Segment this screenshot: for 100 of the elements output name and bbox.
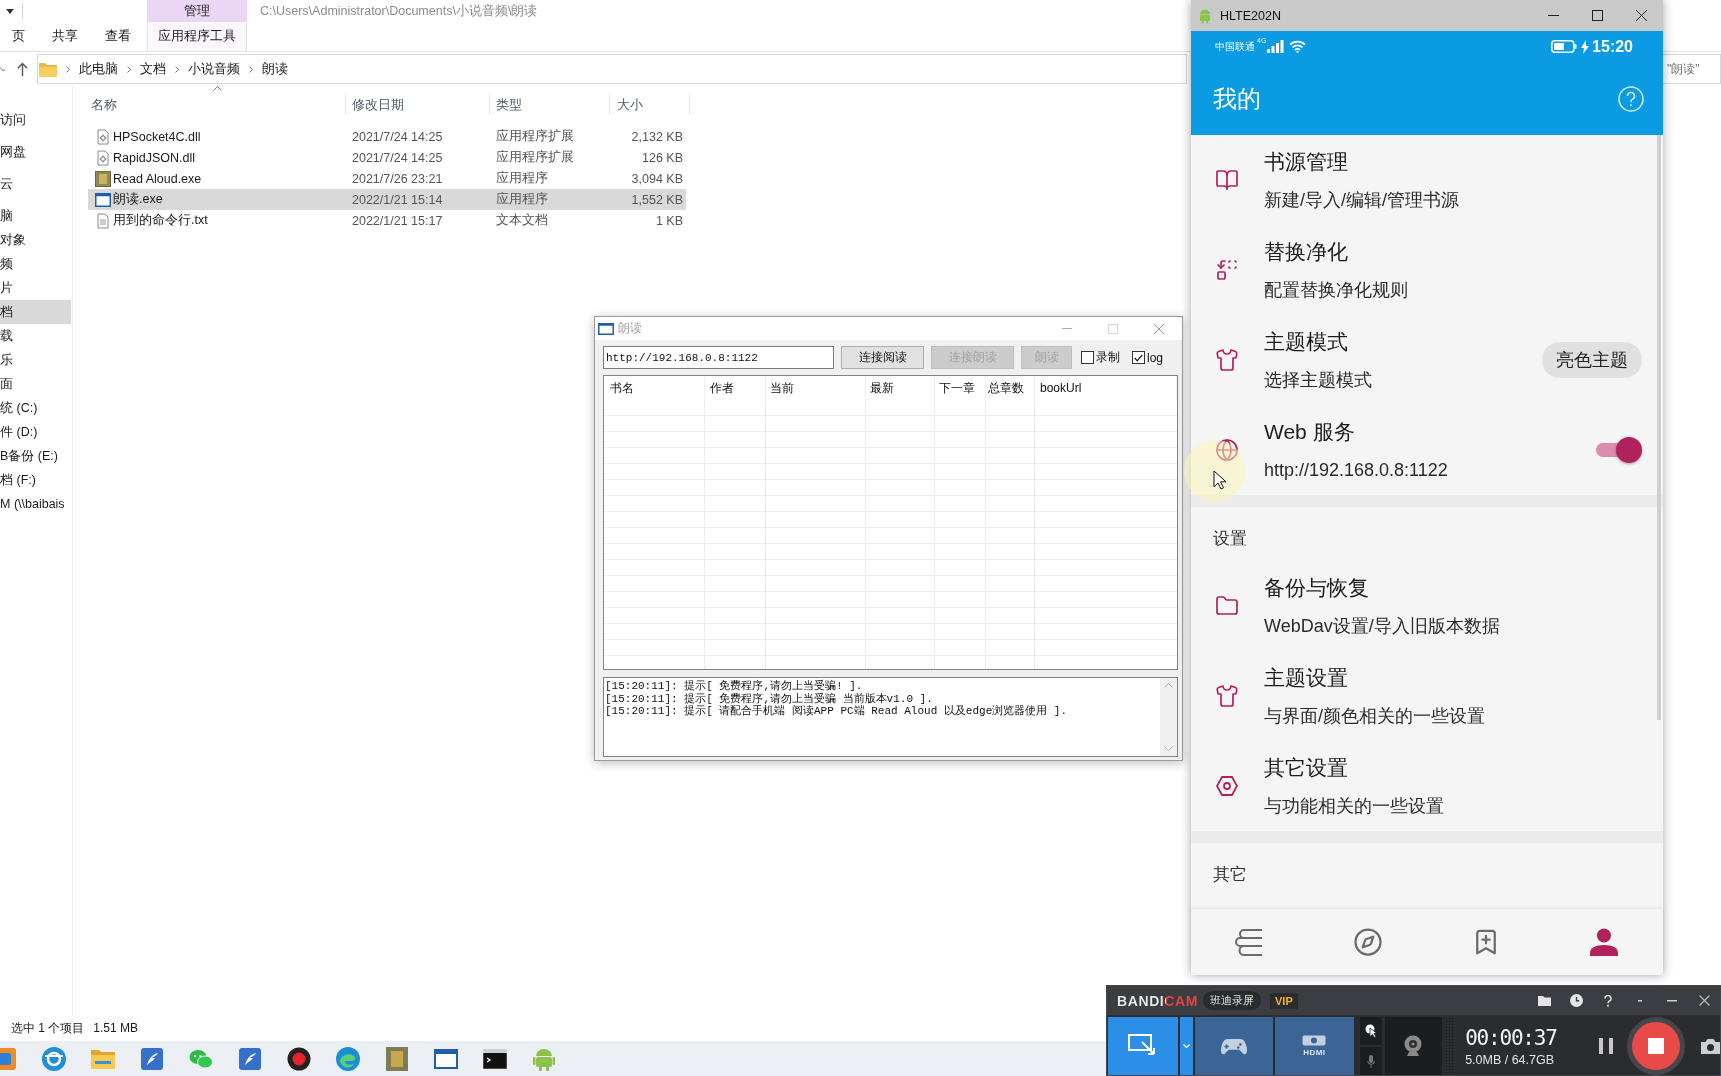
cursor-toggle-button[interactable] [1359, 1017, 1382, 1045]
scrollbar-thumb[interactable] [1657, 135, 1661, 720]
file-size: 2,132 KB [630, 129, 683, 144]
checkbox[interactable] [1081, 351, 1094, 364]
help-icon[interactable] [1604, 994, 1612, 1007]
theme-chip[interactable]: 亮色主题 [1542, 342, 1642, 378]
breadcrumb-item[interactable]: 小说音频 [188, 60, 240, 78]
file-size: 1 KB [654, 213, 683, 228]
column-header[interactable]: 类型 [490, 95, 610, 115]
section-header: 设置 [1212, 528, 1248, 550]
terminal-icon[interactable] [482, 1048, 507, 1069]
nav-item[interactable]: 乐 [0, 348, 71, 372]
minimize-icon [1062, 328, 1072, 329]
globe-icon [1215, 438, 1239, 462]
nav-item[interactable]: 对象 [0, 228, 71, 252]
file-date: 2021/7/24 14:25 [351, 150, 444, 165]
dialog-button[interactable]: 连接阅读 [841, 346, 924, 369]
nav-item[interactable]: 档 [0, 300, 71, 324]
nav-item[interactable]: 频 [0, 252, 71, 276]
clock-icon[interactable] [1569, 994, 1583, 1007]
file-row[interactable]: RapidJSON.dll 2021/7/24 14:25 应用程序扩展 126 KB [88, 147, 686, 168]
nav-item[interactable]: 档 (F:) [0, 468, 71, 492]
chevron-right-icon[interactable] [126, 64, 132, 74]
nav-item[interactable]: 脑 [0, 204, 71, 228]
nav-item[interactable]: 访问 [0, 108, 71, 132]
record-icon[interactable] [286, 1046, 311, 1071]
setting-title[interactable]: Web 服务 [1264, 418, 1355, 446]
sort-caret-icon [213, 86, 222, 91]
toggle-switch[interactable] [1596, 437, 1642, 463]
window-title: HLTE202N [1220, 8, 1281, 23]
nav-item[interactable]: 网盘 [0, 140, 71, 164]
pause-icon[interactable] [1599, 1038, 1614, 1054]
file-row[interactable]: 朗读.exe 2022/1/21 15:14 应用程序 1,552 KB [88, 189, 686, 210]
bookshelf-icon[interactable] [1235, 928, 1265, 956]
nav-item[interactable]: 统 (C:) [0, 396, 71, 420]
folder-icon[interactable] [1537, 995, 1551, 1006]
close-icon [1635, 10, 1647, 21]
column-header[interactable]: 大小 [610, 95, 690, 115]
checkbox-label[interactable]: 录制 [1096, 349, 1120, 366]
up-arrow-icon[interactable] [17, 62, 28, 76]
column-header[interactable]: 名称 [88, 95, 346, 115]
url-input[interactable]: http://192.168.0.8:1122 [603, 346, 834, 369]
collapse-icon[interactable] [1638, 999, 1642, 1002]
capture-mode-button[interactable]: HDMI [1275, 1017, 1354, 1075]
breadcrumb-item[interactable]: 朗读 [262, 60, 288, 78]
mode-dropdown-button[interactable] [1179, 1017, 1193, 1075]
nav-item[interactable]: 载 [0, 324, 71, 348]
app-tile-icon[interactable] [0, 1047, 16, 1070]
breadcrumb-item[interactable]: 此电脑 [79, 60, 118, 78]
chevron-right-icon[interactable] [65, 64, 71, 74]
setting-title[interactable]: 替换净化 [1264, 238, 1348, 266]
close-icon[interactable] [1698, 995, 1710, 1006]
file-date: 2021/7/24 14:25 [351, 129, 444, 144]
nav-item[interactable]: 片 [0, 276, 71, 300]
setting-title[interactable]: 备份与恢复 [1264, 574, 1369, 602]
carrier-name: 中国联通 [1215, 39, 1255, 54]
compass-icon[interactable] [1353, 927, 1383, 957]
ribbon-tab[interactable]: 共享 [52, 22, 105, 51]
setting-subtitle: 与界面/颜色相关的一些设置 [1264, 705, 1485, 728]
chevron-right-icon[interactable] [174, 64, 180, 74]
webcam-button[interactable] [1384, 1017, 1443, 1075]
picture-icon[interactable] [385, 1046, 408, 1071]
dropdown-caret-icon[interactable] [6, 8, 14, 14]
ribbon-tab[interactable]: 查看 [105, 22, 147, 51]
microphone-button[interactable] [1359, 1047, 1382, 1075]
capture-mode-button[interactable] [1194, 1017, 1274, 1075]
breadcrumb-item[interactable]: 文档 [140, 60, 166, 78]
ribbon-tab[interactable]: 页 [0, 22, 52, 51]
checkbox[interactable] [1132, 351, 1145, 364]
setting-title[interactable]: 主题模式 [1264, 328, 1348, 356]
address-bar[interactable]: 此电脑 文档 小说音频 朗读 [37, 54, 1187, 84]
log-line: [15:20:11]: 提示[ 免费程序,请勿上当受骗! ]. [605, 680, 864, 692]
nav-item[interactable]: 面 [0, 372, 71, 396]
camera-icon[interactable] [1701, 1038, 1720, 1054]
chevron-right-icon[interactable] [248, 64, 254, 74]
section-header: 其它 [1212, 864, 1248, 886]
setting-title[interactable]: 主题设置 [1264, 664, 1348, 692]
drag-grip[interactable] [1445, 1017, 1455, 1075]
nav-item[interactable]: 云 [0, 172, 71, 196]
checkmark-icon [1134, 353, 1143, 362]
minimize-icon[interactable] [1667, 999, 1677, 1002]
ring-app-icon[interactable] [41, 1046, 66, 1071]
nav-item[interactable]: 件 (D:) [0, 420, 71, 444]
setting-title[interactable]: 书源管理 [1264, 148, 1348, 176]
checkbox-label[interactable]: log [1147, 350, 1163, 365]
window-icon[interactable] [433, 1048, 458, 1069]
file-date: 2022/1/21 15:17 [351, 213, 444, 228]
feather-tile-icon[interactable] [238, 1047, 261, 1070]
file-row[interactable]: Read Aloud.exe 2021/7/26 23:21 应用程序 3,094 KB [88, 168, 686, 189]
feather-tile-icon[interactable] [140, 1047, 163, 1070]
setting-title[interactable]: 其它设置 [1264, 754, 1348, 782]
file-row[interactable]: HPSocket4C.dll 2021/7/24 14:25 应用程序扩展 2,132 KB [88, 126, 686, 147]
nav-item[interactable]: B备份 (E:) [0, 444, 71, 468]
person-icon[interactable] [1590, 928, 1618, 956]
file-row[interactable]: 用到的命令行.txt 2022/1/21 15:17 文本文档 1 KB [88, 210, 686, 231]
column-header[interactable]: 修改日期 [346, 95, 490, 115]
browser-swirl-icon[interactable] [335, 1046, 360, 1071]
library-file-icon [95, 149, 111, 166]
chevron-down-icon[interactable] [0, 66, 5, 72]
nav-item[interactable]: M (\\baibais [0, 492, 71, 516]
